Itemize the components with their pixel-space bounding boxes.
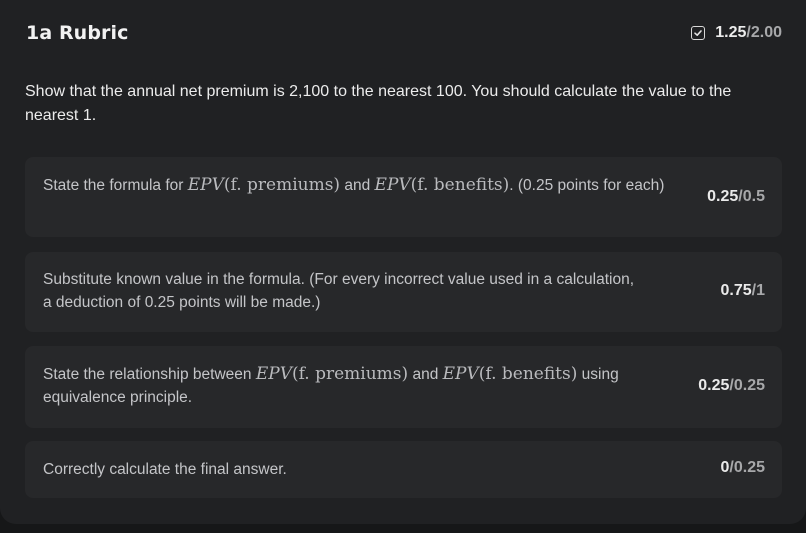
criterion-item: Correctly calculate the final answer. 0/… xyxy=(25,441,782,498)
math-expression: EPV(f. premiums) xyxy=(255,364,409,384)
math-expression: EPV(f. benefits) xyxy=(442,364,578,384)
criterion-text: State the formula for EPV(f. premiums) a… xyxy=(43,175,665,195)
criterion-text: State the relationship between EPV(f. pr… xyxy=(43,364,619,406)
rubric-header: 1a Rubric 1.25/2.00 xyxy=(26,22,782,44)
checkbox-check-icon xyxy=(691,26,706,40)
criterion-score: 0/0.25 xyxy=(720,459,766,476)
criterion-score: 0.75/1 xyxy=(720,282,766,299)
total-score-max: 2.00 xyxy=(750,24,782,41)
criterion-score: 0.25/0.5 xyxy=(707,188,765,205)
criterion-score-earned: 0.75 xyxy=(720,282,752,299)
criterion-text: Substitute known value in the formula. (… xyxy=(43,271,635,311)
criterion-score-max: 0.25 xyxy=(733,377,765,394)
criterion-text: Correctly calculate the final answer. xyxy=(43,461,287,478)
question-text: Show that the annual net premium is 2,10… xyxy=(25,83,732,124)
total-score-earned: 1.25 xyxy=(715,24,747,41)
rubric-card: 1a Rubric 1.25/2.00 Show that the annual… xyxy=(0,0,806,524)
criterion-item: Substitute known value in the formula. (… xyxy=(25,252,782,332)
total-score: 1.25/2.00 xyxy=(691,24,782,42)
criterion-score-max: 1 xyxy=(756,282,765,299)
criterion-score-earned: 0.25 xyxy=(698,377,730,394)
criterion-score: 0.25/0.25 xyxy=(698,377,765,394)
math-expression: EPV(f. benefits) xyxy=(374,175,510,195)
rubric-title: 1a Rubric xyxy=(26,22,129,44)
criterion-score-max: 0.5 xyxy=(742,188,765,205)
criterion-score-earned: 0.25 xyxy=(707,188,739,205)
criterion-item: State the formula for EPV(f. premiums) a… xyxy=(25,157,782,237)
criterion-score-max: 0.25 xyxy=(733,459,765,476)
criterion-item: State the relationship between EPV(f. pr… xyxy=(25,346,782,428)
math-expression: EPV(f. premiums) xyxy=(187,175,341,195)
